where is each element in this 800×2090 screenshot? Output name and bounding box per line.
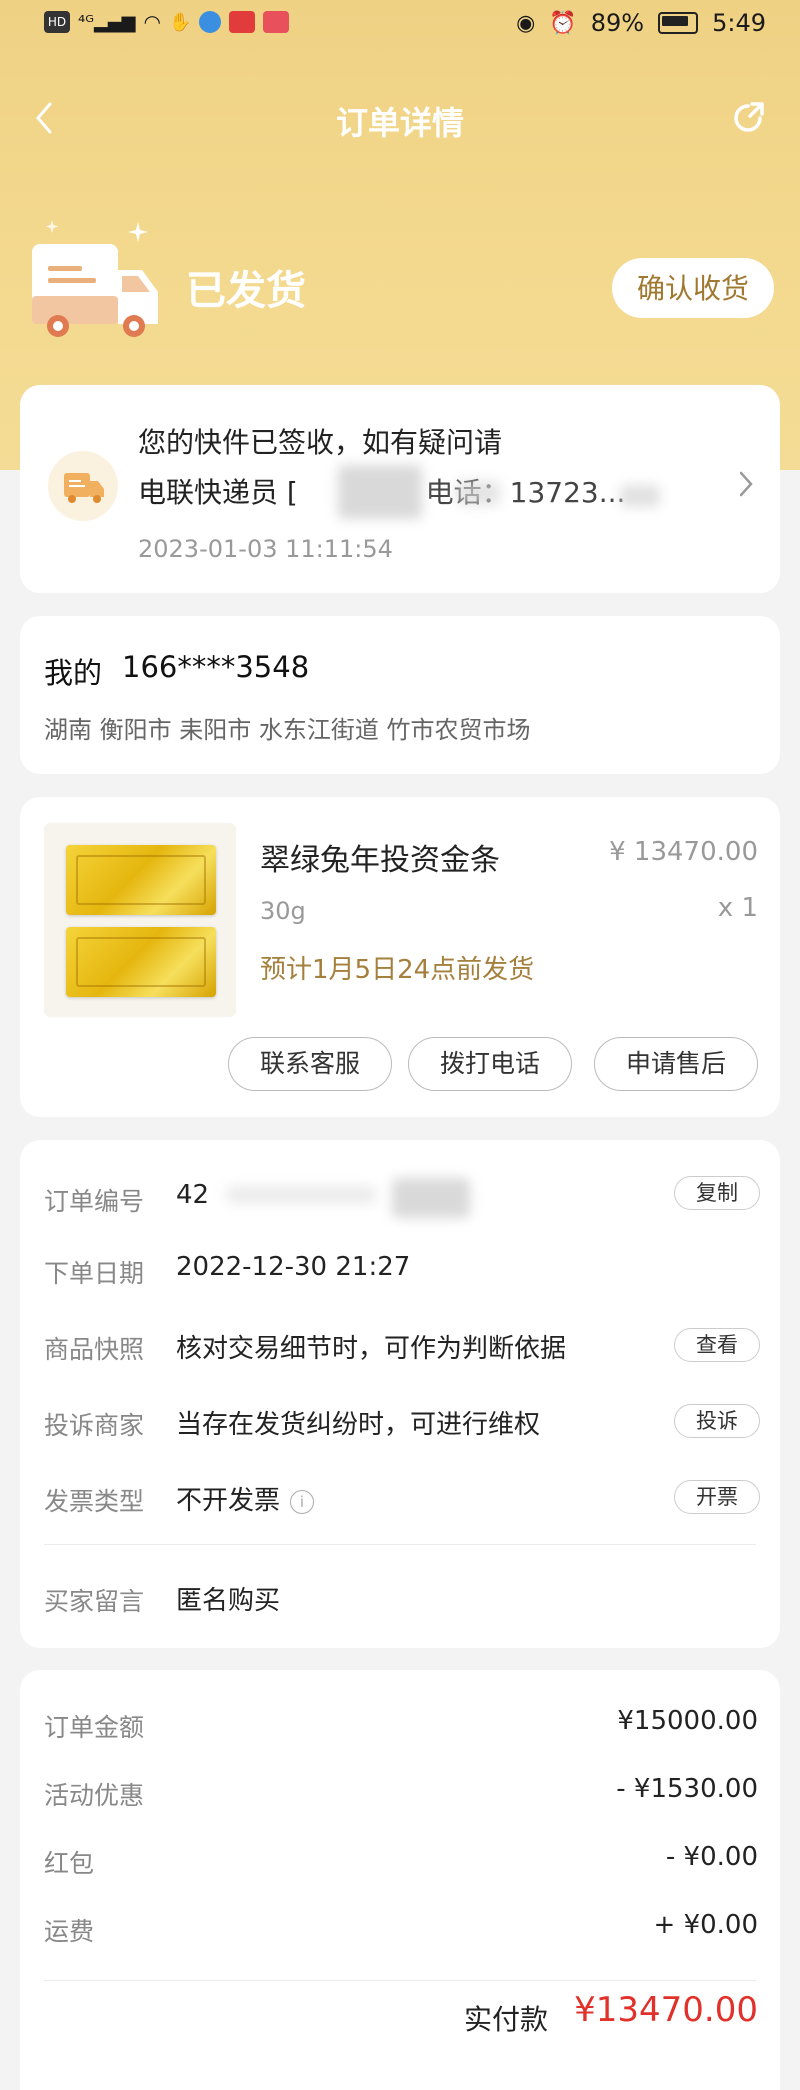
- discount-value: - ¥1530.00: [616, 1774, 758, 1804]
- invoice-type-text: 不开发票: [176, 1486, 281, 1516]
- discount-label: 活动优惠: [44, 1781, 145, 1810]
- redaction-blur: [392, 1178, 470, 1218]
- recipient-phone: 166****3548: [122, 650, 310, 684]
- snapshot-value: 核对交易细节时，可作为判断依据: [176, 1334, 567, 1364]
- complaint-button[interactable]: 投诉: [674, 1404, 760, 1438]
- app-badge-icon: [199, 11, 222, 33]
- address-card[interactable]: 我的 166****3548 湖南 衡阳市 耒阳市 水东江街道 竹市农贸市场: [20, 616, 780, 774]
- redaction-blur: [338, 465, 422, 519]
- invoice-type-value: 不开发票 i: [176, 1480, 315, 1517]
- red-packet-label: 红包: [44, 1849, 95, 1878]
- product-card: 翠绿兔年投资金条 ¥ 13470.00 30g x 1 预计1月5日24点前发货…: [20, 797, 780, 1117]
- product-spec: 30g: [260, 897, 306, 925]
- page-title: 订单详情: [335, 104, 464, 142]
- complaint-label: 投诉商家: [44, 1411, 145, 1440]
- order-number-value: 42: [176, 1180, 210, 1210]
- logistics-message: 您的快件已签收，如有疑问请: [138, 426, 503, 459]
- product-image[interactable]: [44, 823, 236, 1017]
- logistics-time: 2023-01-03 11:11:54: [138, 535, 393, 563]
- recipient-name: 我的: [44, 656, 103, 690]
- share-icon[interactable]: [730, 96, 770, 136]
- delivery-truck-icon: [30, 220, 160, 340]
- total-paid-value: ¥13470.00: [574, 1990, 758, 2030]
- order-status-title: 已发货: [186, 268, 306, 314]
- alarm-icon: ⏰: [549, 10, 577, 36]
- payment-summary-card: 订单金额 ¥15000.00 活动优惠 - ¥1530.00 红包 - ¥0.0…: [20, 1670, 780, 2090]
- order-number-label: 订单编号: [44, 1187, 145, 1216]
- contact-service-button[interactable]: 联系客服: [228, 1037, 392, 1091]
- total-paid-label: 实付款: [464, 2003, 549, 2036]
- order-amount-value: ¥15000.00: [617, 1706, 758, 1736]
- complaint-value: 当存在发货纠纷时，可进行维权: [176, 1410, 541, 1440]
- app-badge-icon: [229, 11, 256, 33]
- status-bar: HD ⁴ᴳ▂▄▆ ◠ ✋ ◉ ⏰ 89% 5:49: [0, 0, 800, 48]
- apply-after-sales-button[interactable]: 申请售后: [594, 1037, 758, 1091]
- hand-icon: ✋: [168, 11, 192, 33]
- shipping-estimate: 预计1月5日24点前发货: [260, 955, 535, 985]
- shipping-fee-value: + ¥0.00: [653, 1910, 758, 1940]
- app-badge-icon: [263, 11, 290, 33]
- battery-percent: 89%: [590, 9, 645, 37]
- order-date-label: 下单日期: [44, 1259, 145, 1288]
- redaction-blur: [620, 485, 660, 507]
- hd-icon: HD: [44, 11, 70, 33]
- buyer-note-value: 匿名购买: [176, 1586, 281, 1616]
- battery-icon: [658, 12, 699, 34]
- confirm-receipt-button[interactable]: 确认收货: [612, 258, 774, 318]
- 4g-signal-icon: ⁴ᴳ▂▄▆: [78, 11, 136, 33]
- red-packet-value: - ¥0.00: [665, 1842, 758, 1872]
- clock-time: 5:49: [712, 9, 766, 37]
- copy-button[interactable]: 复制: [674, 1176, 760, 1210]
- order-info-card: 订单编号 42 复制 下单日期 2022-12-30 21:27 商品快照 核对…: [20, 1140, 780, 1648]
- product-price: ¥ 13470.00: [609, 837, 758, 867]
- order-date-value: 2022-12-30 21:27: [176, 1252, 411, 1282]
- invoice-button[interactable]: 开票: [674, 1480, 760, 1514]
- eye-icon: ◉: [516, 10, 536, 36]
- shipping-fee-label: 运费: [44, 1917, 95, 1946]
- delivery-truck-icon: [48, 451, 118, 521]
- invoice-type-label: 发票类型: [44, 1487, 145, 1516]
- buyer-note-label: 买家留言: [44, 1587, 145, 1616]
- divider: [44, 1544, 756, 1545]
- nav-bar: 订单详情: [0, 88, 800, 148]
- view-button[interactable]: 查看: [674, 1328, 760, 1362]
- redaction-blur: [226, 1186, 376, 1204]
- wifi-icon: ◠: [143, 10, 161, 34]
- logistics-card[interactable]: 您的快件已签收，如有疑问请 电联快递员 [ 电话：13723... 2023-0…: [20, 385, 780, 593]
- order-amount-label: 订单金额: [44, 1713, 145, 1742]
- product-name[interactable]: 翠绿兔年投资金条: [260, 835, 500, 879]
- recipient-address: 湖南 衡阳市 耒阳市 水东江街道 竹市农贸市场: [44, 716, 531, 744]
- call-phone-button[interactable]: 拨打电话: [408, 1037, 572, 1091]
- snapshot-label: 商品快照: [44, 1335, 145, 1364]
- product-quantity: x 1: [717, 893, 758, 923]
- chevron-right-icon[interactable]: [738, 469, 754, 507]
- divider: [44, 1980, 756, 1981]
- courier-label: 电联快递员 [: [138, 476, 298, 509]
- redaction-blur: [456, 481, 500, 505]
- info-icon[interactable]: i: [290, 1489, 315, 1514]
